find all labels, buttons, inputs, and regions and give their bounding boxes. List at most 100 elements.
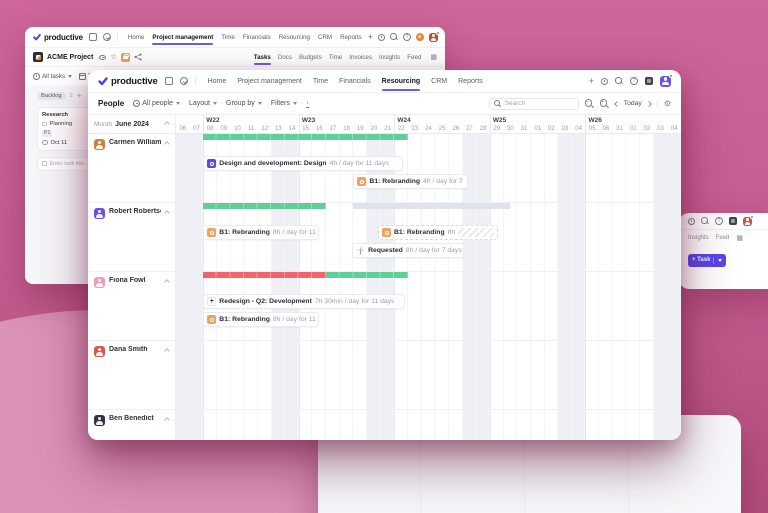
zoom-in-icon[interactable]: + [600, 99, 609, 108]
tab-feed[interactable]: Feed [716, 235, 730, 241]
task-card[interactable]: B1: Rebranding8h / day for 11 days [203, 312, 319, 327]
nav-resourcing[interactable]: Resourcing [279, 34, 310, 41]
person-cell[interactable]: Robert Robertson [88, 203, 176, 271]
help-icon[interactable] [403, 33, 411, 41]
user-avatar[interactable] [660, 76, 671, 87]
collapse-row-icon[interactable] [164, 417, 170, 423]
collapse-row-icon[interactable] [164, 141, 170, 147]
people-filter-dropdown[interactable]: All people [133, 100, 180, 107]
task-card[interactable]: +Redesign - Q2: Development7h 30min / da… [203, 294, 405, 309]
person-name: Ben Benedict [109, 415, 154, 422]
person-cell[interactable]: Carmen Williamson [88, 134, 176, 202]
nav-reports[interactable]: Reports [458, 78, 483, 85]
day-label: 16 [312, 126, 326, 132]
next-period-icon[interactable] [646, 101, 652, 107]
day-label: 03 [558, 126, 572, 132]
task-card[interactable]: B1: Rebranding8h / day for 11 days [203, 225, 319, 240]
check-circle-icon[interactable] [103, 33, 111, 41]
collapse-row-icon[interactable] [164, 210, 170, 216]
person-cell[interactable]: Fiona Fowl [88, 272, 176, 340]
person-name: Dana Smith [109, 346, 148, 353]
month-selector[interactable]: Month June 2024 [88, 115, 176, 133]
task-title: Requested [368, 247, 403, 254]
task-allocation: 7h 30min / day for 11 days [315, 298, 395, 305]
apps-icon[interactable] [729, 217, 737, 225]
task-card[interactable]: Design and development: Design4h / day f… [203, 156, 402, 171]
due-date[interactable]: Oct 11 [42, 140, 92, 146]
user-avatar[interactable] [429, 33, 438, 42]
user-avatar[interactable] [743, 217, 752, 226]
timer-icon[interactable] [601, 78, 608, 85]
nav-insights[interactable]: Insights [379, 54, 400, 61]
zoom-out-icon[interactable]: − [585, 99, 594, 108]
day-label: 18 [340, 126, 354, 132]
grid-view-icon[interactable] [736, 235, 743, 242]
task-card[interactable]: B1: Rebranding4h / day for 7 [353, 174, 468, 189]
nav-project-management[interactable]: Project management [237, 78, 302, 85]
help-icon[interactable] [630, 77, 638, 85]
devices-icon[interactable] [89, 33, 97, 41]
watch-icon[interactable] [99, 55, 106, 60]
nav-crm[interactable]: CRM [318, 34, 332, 41]
prev-period-icon[interactable] [614, 101, 620, 107]
person-cell[interactable]: Ben Benedict [88, 410, 176, 440]
header-actions: + [589, 76, 671, 87]
collapse-row-icon[interactable] [164, 279, 170, 285]
task-card[interactable]: Requested8h / day for 7 days [352, 243, 464, 258]
promo-icon[interactable] [416, 33, 424, 41]
nav-budgets[interactable]: Budgets [299, 54, 322, 61]
today-button[interactable]: Today [624, 100, 642, 107]
nav-reports[interactable]: Reports [340, 34, 362, 41]
timer-icon[interactable] [378, 34, 385, 41]
nav-crm[interactable]: CRM [431, 78, 447, 85]
collapse-icon[interactable] [164, 121, 170, 127]
column-name-badge[interactable]: Backlog [37, 92, 66, 100]
star-icon[interactable] [110, 53, 117, 61]
add-task-button[interactable]: + Task [688, 254, 726, 267]
share-icon[interactable] [134, 53, 142, 61]
settings-gear-icon[interactable] [664, 100, 671, 108]
group-by-dropdown[interactable]: Group by [226, 100, 262, 107]
nav-time[interactable]: Time [313, 78, 328, 85]
all-tasks-dropdown[interactable]: All tasks [33, 73, 72, 80]
timer-icon[interactable] [688, 218, 695, 225]
search-input[interactable]: Search [489, 98, 579, 110]
task-card[interactable]: B1: Rebranding8h [378, 225, 498, 240]
nav-tasks[interactable]: Tasks [254, 54, 271, 61]
search-icon[interactable] [390, 33, 398, 41]
lock-icon[interactable] [121, 53, 130, 62]
search-icon[interactable] [615, 77, 623, 85]
nav-docs[interactable]: Docs [278, 54, 292, 61]
nav-project-management[interactable]: Project management [152, 34, 213, 41]
nav-invoices[interactable]: Invoices [349, 54, 372, 61]
devices-icon[interactable] [165, 77, 173, 85]
nav-time[interactable]: Time [221, 34, 235, 41]
task-item[interactable]: Planning [42, 121, 92, 127]
nav-feed[interactable]: Feed [407, 54, 421, 61]
checkbox[interactable] [42, 122, 47, 127]
help-icon[interactable] [715, 217, 723, 225]
layout-dropdown[interactable]: Layout [189, 100, 217, 107]
apps-icon[interactable] [645, 77, 653, 85]
caret-icon [68, 75, 72, 78]
nav-financials[interactable]: Financials [243, 34, 271, 41]
person-row: Fiona Fowl +Redesign - Q2: Development7h … [88, 272, 681, 341]
collapse-row-icon[interactable] [164, 348, 170, 354]
nav-resourcing[interactable]: Resourcing [382, 78, 421, 85]
task-allocation: 8h / day for 11 days [273, 229, 319, 236]
filters-dropdown[interactable]: Filters [271, 100, 297, 107]
check-circle-icon[interactable] [180, 77, 188, 85]
nav-time[interactable]: Time [329, 54, 343, 61]
person-cell[interactable]: Dana Smith [88, 341, 176, 409]
add-icon[interactable]: + [589, 77, 594, 86]
nav-home[interactable]: Home [208, 78, 227, 85]
add-icon[interactable]: + [368, 33, 373, 42]
search-icon[interactable] [701, 217, 709, 225]
day-label: 05 [585, 126, 599, 132]
nav-financials[interactable]: Financials [339, 78, 371, 85]
download-icon[interactable] [306, 100, 309, 108]
grid-view-icon[interactable] [430, 54, 437, 61]
nav-home[interactable]: Home [128, 34, 145, 41]
add-column-item-icon[interactable]: + [77, 91, 82, 100]
tab-insights[interactable]: Insights [688, 235, 709, 241]
